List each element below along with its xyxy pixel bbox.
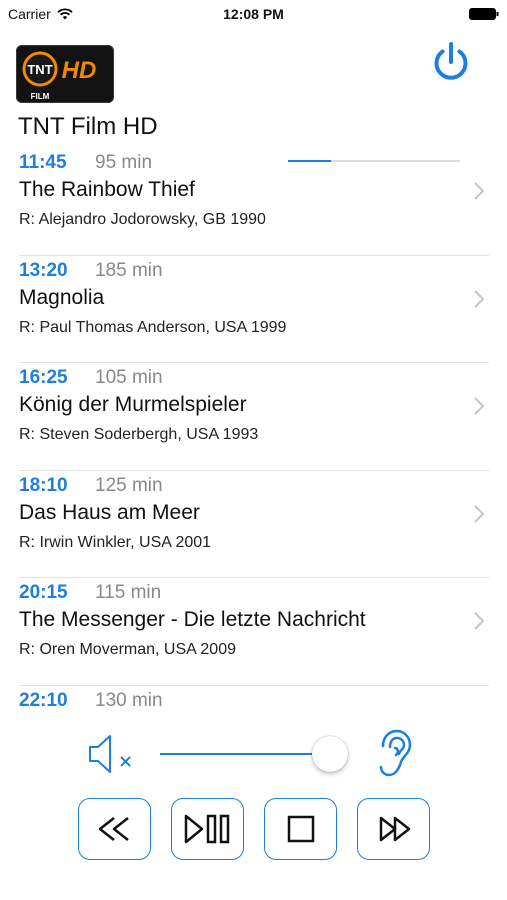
program-progress	[288, 160, 460, 162]
program-title: Magnolia	[19, 285, 105, 309]
fast-forward-button[interactable]	[357, 798, 430, 860]
channel-title: TNT Film HD	[18, 113, 158, 140]
channel-logo: TNT HD FILM	[16, 45, 114, 103]
program-title: König der Murmelspieler	[19, 393, 247, 416]
program-list[interactable]: 11:45 95 min The Rainbow Thief R: Alejan…	[0, 148, 507, 710]
program-time: 11:45	[19, 152, 67, 173]
program-item[interactable]: 13:20 185 min Magnolia R: Paul Thomas An…	[0, 256, 507, 363]
volume-slider-fill[interactable]	[160, 753, 328, 755]
program-title: The Messenger - Die letzte Nachricht	[19, 608, 366, 631]
program-duration: 105 min	[95, 367, 163, 388]
program-director: R: Steven Soderbergh, USA 1993	[19, 426, 259, 443]
chevron-right-icon	[474, 612, 485, 630]
logo-hd-text: HD	[62, 57, 97, 84]
program-title: The Rainbow Thief	[19, 178, 195, 201]
speaker-mute-icon[interactable]	[86, 730, 136, 778]
logo-sub-text: FILM	[31, 92, 50, 101]
program-item[interactable]: 18:10 125 min Das Haus am Meer R: Irwin …	[0, 471, 507, 578]
program-item[interactable]: 16:25 105 min König der Murmelspieler R:…	[0, 363, 507, 471]
volume-slider-knob[interactable]	[312, 736, 348, 772]
program-item[interactable]: 11:45 95 min The Rainbow Thief R: Alejan…	[0, 148, 507, 256]
program-item[interactable]: 22:10 130 min	[0, 686, 507, 711]
power-icon[interactable]	[428, 40, 474, 86]
program-duration: 125 min	[95, 474, 163, 496]
play-pause-button[interactable]	[171, 798, 244, 860]
playback-controls	[0, 798, 507, 864]
status-time: 12:08 PM	[223, 6, 284, 22]
status-bar: Carrier 12:08 PM	[0, 0, 507, 28]
chevron-right-icon	[474, 397, 485, 415]
program-duration: 185 min	[95, 259, 163, 281]
volume-control	[0, 722, 507, 786]
rewind-button[interactable]	[78, 798, 151, 860]
stop-icon	[287, 815, 314, 843]
battery-icon	[469, 8, 499, 20]
program-director: R: Paul Thomas Anderson, USA 1999	[19, 318, 287, 336]
program-title: Das Haus am Meer	[19, 500, 200, 524]
program-time: 22:10	[19, 689, 68, 711]
program-item[interactable]: 20:15 115 min The Messenger - Die letzte…	[0, 578, 507, 686]
program-progress-fill	[288, 160, 331, 162]
logo-main-text: TNT	[27, 62, 52, 77]
fast-forward-icon	[379, 816, 410, 842]
chevron-right-icon	[474, 289, 485, 308]
program-director: R: Irwin Winkler, USA 2001	[19, 533, 212, 551]
tnt-film-hd-logo: TNT HD FILM	[22, 51, 97, 101]
rewind-icon	[98, 817, 129, 841]
chevron-right-icon	[474, 182, 485, 200]
play-pause-icon	[184, 814, 229, 844]
program-director: R: Alejandro Jodorowsky, GB 1990	[19, 211, 266, 228]
program-duration: 130 min	[95, 689, 163, 711]
program-time: 13:20	[19, 259, 68, 281]
program-director: R: Oren Moverman, USA 2009	[19, 641, 236, 658]
program-duration: 115 min	[95, 582, 162, 603]
program-duration: 95 min	[95, 152, 153, 173]
program-time: 20:15	[19, 582, 68, 603]
stop-button[interactable]	[264, 798, 337, 860]
chevron-right-icon	[474, 504, 485, 523]
program-time: 16:25	[19, 367, 68, 388]
ear-icon[interactable]	[374, 728, 412, 778]
program-time: 18:10	[19, 474, 68, 496]
